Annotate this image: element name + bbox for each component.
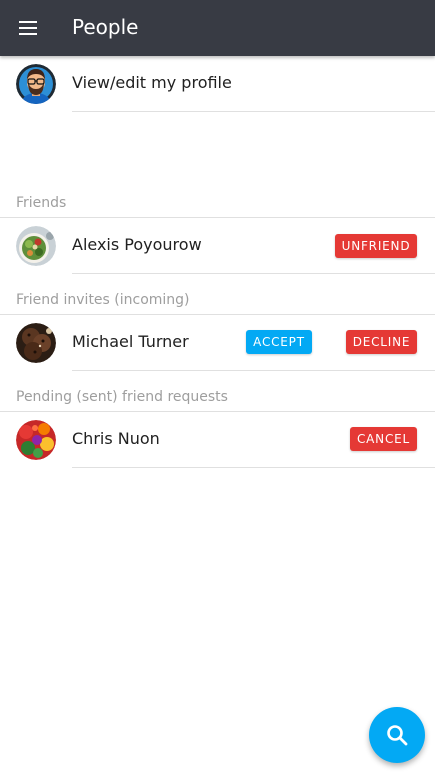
profile-row[interactable]: View/edit my profile <box>0 56 435 112</box>
divider <box>72 370 435 371</box>
section-header-incoming: Friend invites (incoming) <box>0 285 435 315</box>
divider <box>72 467 435 468</box>
list-item[interactable]: Chris Nuon CANCEL <box>0 412 435 468</box>
friend-name: Michael Turner <box>72 332 189 351</box>
divider <box>72 111 435 112</box>
section-header-label: Friends <box>16 195 67 211</box>
hamburger-menu-icon <box>19 21 37 35</box>
cancel-button[interactable]: CANCEL <box>350 427 417 451</box>
accept-button[interactable]: ACCEPT <box>246 330 312 354</box>
friend-name: Chris Nuon <box>72 429 160 448</box>
profile-link-label[interactable]: View/edit my profile <box>72 73 232 92</box>
page-title: People <box>72 15 139 39</box>
cookies-avatar <box>16 323 56 363</box>
divider <box>72 273 435 274</box>
search-icon <box>387 725 408 746</box>
section-header-label: Friend invites (incoming) <box>16 292 190 308</box>
list-item[interactable]: Michael Turner ACCEPT DECLINE <box>0 315 435 371</box>
section-header-pending: Pending (sent) friend requests <box>0 382 435 412</box>
list-item[interactable]: Alexis Poyourow UNFRIEND <box>0 218 435 274</box>
search-fab-button[interactable] <box>369 707 425 763</box>
vegetables-avatar <box>16 420 56 460</box>
decline-button[interactable]: DECLINE <box>346 330 417 354</box>
bearded-man-avatar <box>16 64 56 104</box>
salad-bowl-avatar <box>16 226 56 266</box>
friend-name: Alexis Poyourow <box>72 235 202 254</box>
app-bar: People <box>0 0 435 56</box>
section-header-friends: Friends <box>0 188 435 218</box>
section-header-label: Pending (sent) friend requests <box>16 389 228 405</box>
unfriend-button[interactable]: UNFRIEND <box>335 234 417 258</box>
menu-button[interactable] <box>0 0 56 56</box>
